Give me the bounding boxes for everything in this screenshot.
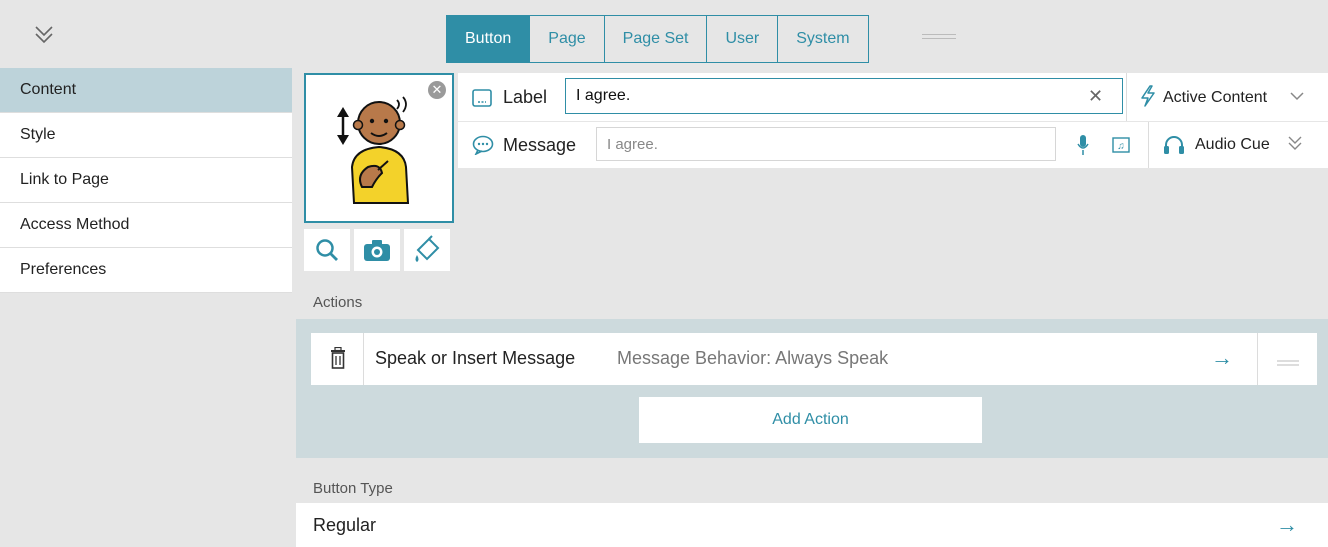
- action-name: Speak or Insert Message: [375, 348, 576, 368]
- button-type-label: Button Type: [313, 480, 393, 497]
- paint-bucket-icon[interactable]: [404, 229, 450, 271]
- label-icon: [472, 89, 492, 112]
- drag-handle-icon[interactable]: [922, 34, 956, 42]
- sidebar-item-access-method[interactable]: Access Method: [0, 203, 292, 248]
- tab-page-set[interactable]: Page Set: [604, 15, 708, 63]
- tab-system[interactable]: System: [778, 15, 869, 63]
- sidebar-item-content[interactable]: Content: [0, 68, 292, 113]
- sidebar-item-preferences[interactable]: Preferences: [0, 248, 292, 293]
- headphones-icon: [1163, 135, 1185, 160]
- audio-file-icon[interactable]: ♫: [1112, 136, 1130, 159]
- label-title: Label: [503, 87, 548, 107]
- label-input[interactable]: [565, 78, 1123, 114]
- message-title: Message: [503, 135, 577, 155]
- divider: [1126, 73, 1127, 121]
- arrow-right-icon[interactable]: →: [1211, 345, 1233, 371]
- speech-bubble-icon: [472, 135, 494, 160]
- search-icon[interactable]: [304, 229, 350, 271]
- remove-image-icon[interactable]: ✕: [428, 81, 446, 99]
- sidebar-item-style[interactable]: Style: [0, 113, 292, 158]
- button-image[interactable]: ✕: [304, 73, 454, 223]
- sidebar: Content Style Link to Page Access Method…: [0, 68, 292, 547]
- double-chevron-down-icon[interactable]: [30, 22, 58, 48]
- action-detail: Message Behavior: Always Speak: [617, 348, 889, 368]
- image-tools: [304, 229, 450, 271]
- svg-text:♫: ♫: [1117, 141, 1125, 152]
- chevron-down-icon[interactable]: [1289, 89, 1305, 107]
- button-type-selector[interactable]: Regular →: [296, 503, 1328, 547]
- action-item[interactable]: Speak or Insert Message Message Behavior…: [311, 333, 1317, 385]
- tab-page[interactable]: Page: [530, 15, 605, 63]
- audio-cue-dropdown[interactable]: Audio Cue: [1195, 136, 1270, 154]
- add-action-button[interactable]: Add Action: [639, 397, 982, 443]
- lightning-icon: [1140, 85, 1156, 112]
- message-row: Message ♫ Audio Cue: [458, 122, 1328, 168]
- arrow-right-icon[interactable]: →: [1276, 512, 1298, 538]
- double-chevron-down-icon[interactable]: [1286, 133, 1304, 158]
- active-content-dropdown[interactable]: Active Content: [1163, 89, 1267, 107]
- person-agreeing-symbol: [337, 96, 410, 204]
- divider: [1148, 122, 1149, 168]
- trash-icon[interactable]: [329, 346, 347, 374]
- actions-section-label: Actions: [313, 294, 363, 311]
- sidebar-item-link-to-page[interactable]: Link to Page: [0, 158, 292, 203]
- editor-toolbar: Button Page Page Set User System: [0, 0, 1328, 68]
- drag-handle-icon[interactable]: [1277, 355, 1299, 373]
- camera-icon[interactable]: [354, 229, 400, 271]
- divider: [363, 333, 364, 385]
- button-type-value: Regular: [313, 515, 377, 535]
- clear-icon[interactable]: ✕: [1088, 86, 1103, 107]
- microphone-icon[interactable]: [1076, 134, 1090, 161]
- actions-panel: Speak or Insert Message Message Behavior…: [296, 319, 1328, 458]
- tab-button[interactable]: Button: [446, 15, 531, 63]
- message-input[interactable]: [596, 127, 1056, 161]
- tab-bar: Button Page Page Set User System: [446, 15, 869, 63]
- tab-user[interactable]: User: [707, 15, 779, 63]
- divider: [1257, 333, 1258, 385]
- label-row: Label ✕ Active Content: [458, 73, 1328, 121]
